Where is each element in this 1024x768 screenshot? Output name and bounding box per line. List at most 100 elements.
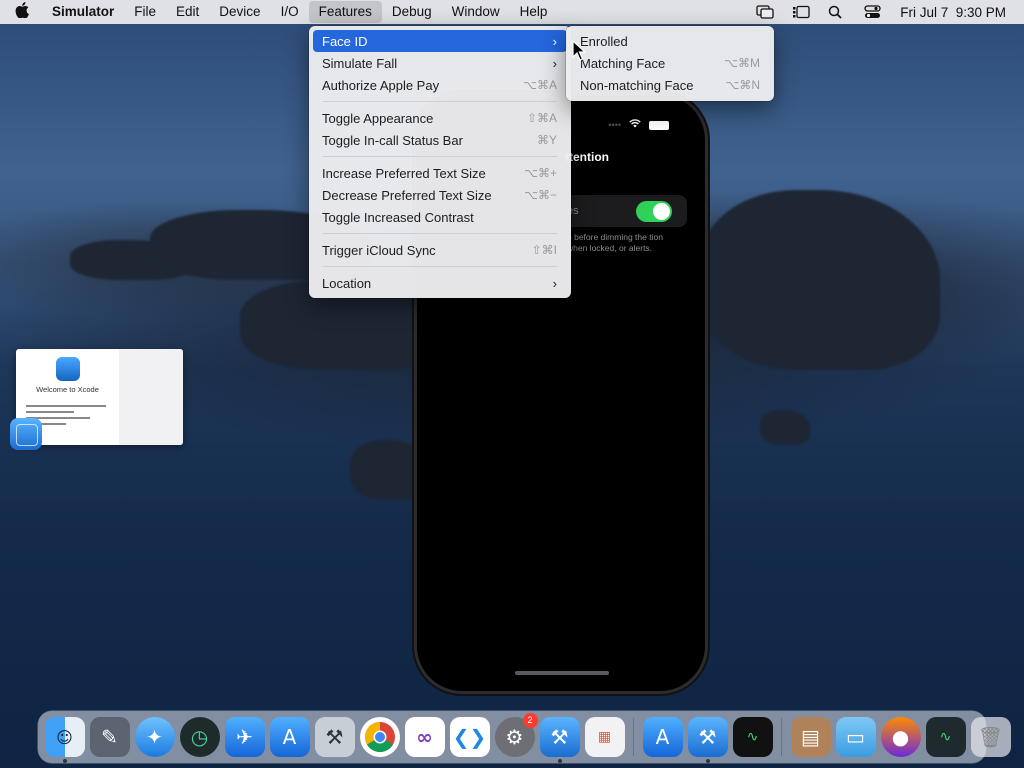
safari-icon[interactable]: ✦ — [134, 717, 175, 757]
xcode-app-icon[interactable] — [10, 418, 42, 450]
menu-item-label: Toggle Appearance — [322, 110, 434, 126]
menu-item-location[interactable]: Location › — [313, 272, 567, 294]
menu-item-shortcut: ⌥⌘+ — [524, 166, 557, 180]
menu-item-label: Matching Face — [580, 55, 666, 71]
archive-utility-icon[interactable]: ▤ — [790, 717, 831, 757]
menu-item-label: Decrease Preferred Text Size — [322, 187, 492, 203]
features-menu: Face ID › Simulate Fall › Authorize Appl… — [309, 26, 571, 298]
firefox-icon[interactable]: ● — [880, 717, 921, 757]
folder-icon[interactable]: ▭ — [835, 717, 876, 757]
menu-bar: Simulator File Edit Device I/O Features … — [0, 0, 1024, 24]
xcode-welcome-title: Welcome to Xcode — [36, 385, 99, 394]
phone-status-bar: •••• — [608, 119, 669, 131]
menu-item-toggle-appearance[interactable]: Toggle Appearance ⇧⌘A — [313, 107, 567, 129]
menu-features[interactable]: Features — [308, 1, 382, 23]
attention-toggle[interactable] — [636, 201, 672, 222]
wallpaper-island — [700, 190, 940, 370]
system-settings-icon[interactable]: ⚙ 2 — [494, 713, 538, 757]
running-indicator — [557, 759, 562, 763]
menubar-clock[interactable]: Fri Jul 7 9:30 PM — [900, 5, 1006, 20]
menu-item-authorize-apple-pay[interactable]: Authorize Apple Pay ⌥⌘A — [313, 74, 567, 96]
menu-item-shortcut: ⇧⌘I — [531, 243, 557, 257]
menu-item-increase-text-size[interactable]: Increase Preferred Text Size ⌥⌘+ — [313, 162, 567, 184]
menu-item-decrease-text-size[interactable]: Decrease Preferred Text Size ⌥⌘− — [313, 184, 567, 206]
visual-studio-icon[interactable]: ∞ — [404, 717, 445, 757]
xcode-recent-projects-pane — [119, 349, 183, 445]
menu-separator — [323, 266, 557, 267]
home-indicator[interactable] — [515, 671, 609, 675]
menu-item-toggle-in-call-status-bar[interactable]: Toggle In-call Status Bar ⌘Y — [313, 129, 567, 151]
menu-item-shortcut: ⌘Y — [536, 133, 557, 147]
menu-item-shortcut: ⌥⌘N — [725, 78, 761, 92]
notification-badge: 2 — [522, 713, 538, 728]
testflight-icon[interactable]: ✈ — [224, 717, 265, 757]
screen-mirroring-icon[interactable] — [756, 5, 774, 19]
app-store-icon[interactable]: A — [642, 717, 683, 757]
chevron-right-icon: › — [552, 275, 557, 291]
control-center-icon[interactable] — [864, 5, 882, 19]
xcode-app-icon — [56, 357, 80, 381]
menu-debug[interactable]: Debug — [382, 1, 442, 23]
menu-item-label: Toggle Increased Contrast — [322, 209, 474, 225]
menu-item-label: Simulate Fall — [322, 55, 398, 71]
menu-item-label: Trigger iCloud Sync — [322, 242, 436, 258]
settings-footnote: n before dimming the tion when locked, o… — [567, 232, 663, 253]
menu-item-shortcut: ⌥⌘A — [523, 78, 557, 92]
face-id-submenu: Enrolled Matching Face ⌥⌘M Non-matching … — [566, 26, 774, 101]
vscode-icon[interactable]: ❮❯ — [449, 717, 490, 757]
chevron-right-icon: › — [552, 33, 557, 49]
dock: ☺ ✎ ✦ ◷ ✈ A ⚒ ∞ ❮❯ ⚙ 2 ⚒ ▦ A ⚒ ∿ ▤ ▭ ● ∿ … — [38, 711, 1011, 763]
mouse-cursor-icon — [572, 40, 586, 61]
time-machine-icon[interactable]: ◷ — [179, 717, 220, 757]
submenu-item-matching-face[interactable]: Matching Face ⌥⌘M — [570, 52, 770, 74]
menu-io[interactable]: I/O — [271, 1, 309, 23]
app-store-icon[interactable]: A — [269, 717, 310, 757]
menu-item-face-id[interactable]: Face ID › — [313, 30, 567, 52]
menu-help[interactable]: Help — [510, 1, 558, 23]
menu-item-label: Location — [322, 275, 372, 291]
menu-item-label: Face ID — [322, 33, 368, 49]
menu-file[interactable]: File — [124, 1, 166, 23]
settings-heading: ttention — [565, 150, 609, 164]
menu-edit[interactable]: Edit — [166, 1, 209, 23]
menu-item-shortcut: ⌥⌘− — [524, 188, 557, 202]
trash-icon[interactable]: 🗑 — [970, 717, 1011, 757]
spotlight-search-icon[interactable] — [828, 5, 846, 19]
menu-item-label: Non-matching Face — [580, 77, 694, 93]
running-indicator — [62, 759, 67, 763]
running-indicator — [705, 759, 710, 763]
cellular-dots-icon: •••• — [608, 120, 621, 130]
launchpad-icon[interactable]: ▦ — [584, 717, 625, 757]
submenu-item-non-matching-face[interactable]: Non-matching Face ⌥⌘N — [570, 74, 770, 96]
app-menu[interactable]: Simulator — [44, 1, 124, 23]
xcode-icon[interactable]: ⚒ — [687, 717, 728, 763]
instruments-icon[interactable]: ⚒ — [314, 717, 355, 757]
status-area: Fri Jul 7 9:30 PM — [756, 5, 1024, 20]
battery-icon — [649, 120, 669, 130]
chrome-icon[interactable] — [359, 717, 400, 757]
menu-window[interactable]: Window — [442, 1, 510, 23]
sketch-pad-icon[interactable]: ✎ — [89, 717, 130, 757]
activity-monitor-icon[interactable]: ∿ — [925, 717, 966, 757]
xcode-icon[interactable]: ⚒ — [539, 717, 580, 763]
dock-separator — [781, 718, 782, 756]
menu-device[interactable]: Device — [209, 1, 270, 23]
menu-item-label: Increase Preferred Text Size — [322, 165, 486, 181]
menu-separator — [323, 101, 557, 102]
chevron-right-icon: › — [552, 55, 557, 71]
finder-icon[interactable]: ☺ — [44, 717, 85, 763]
menu-item-label: Toggle In-call Status Bar — [322, 132, 463, 148]
wifi-icon — [629, 119, 641, 131]
menu-item-label: Enrolled — [580, 33, 628, 49]
menu-separator — [323, 156, 557, 157]
menu-item-trigger-icloud-sync[interactable]: Trigger iCloud Sync ⇧⌘I — [313, 239, 567, 261]
activity-monitor-icon[interactable]: ∿ — [732, 717, 773, 757]
menu-item-label: Authorize Apple Pay — [322, 77, 440, 93]
menu-item-shortcut: ⇧⌘A — [526, 111, 557, 125]
apple-menu-icon[interactable] — [0, 2, 44, 22]
menu-item-simulate-fall[interactable]: Simulate Fall › — [313, 52, 567, 74]
stage-manager-icon[interactable] — [792, 5, 810, 19]
menu-item-toggle-increased-contrast[interactable]: Toggle Increased Contrast — [313, 206, 567, 228]
dock-separator — [633, 718, 634, 756]
submenu-item-enrolled[interactable]: Enrolled — [570, 30, 770, 52]
